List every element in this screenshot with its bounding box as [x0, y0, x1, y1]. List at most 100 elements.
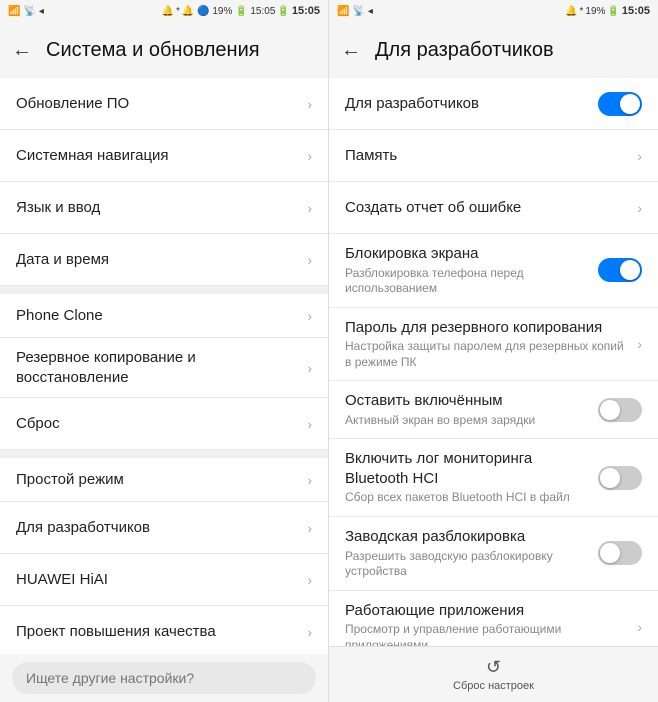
dev-item-stay-awake[interactable]: Оставить включённым Активный экран во вр…	[329, 381, 658, 439]
left-back-button[interactable]: ←	[12, 39, 32, 62]
dev-item-content: Пароль для резервного копирования Настро…	[345, 318, 637, 371]
chevron-icon: ›	[307, 520, 312, 536]
dev-item-content: Включить лог мониторинга Bluetooth HCI С…	[345, 449, 598, 506]
right-back-button[interactable]: ←	[341, 39, 361, 62]
bluetooth-hci-toggle[interactable]	[598, 466, 642, 490]
dev-item-content: Оставить включённым Активный экран во вр…	[345, 391, 598, 428]
chevron-icon: ›	[307, 252, 312, 268]
right-panel: 📶 📡 ◂ 🔔 * 19% 🔋 15:05 ← Для разработчико…	[329, 0, 658, 702]
menu-item-label: Сброс	[16, 404, 299, 444]
left-status-icons: 📶 📡 ◂	[8, 6, 44, 17]
chevron-icon: ›	[307, 96, 312, 112]
right-status-right-icons: 🔔 * 19% 🔋 15:05	[565, 5, 650, 17]
menu-item-label: Системная навигация	[16, 136, 299, 176]
left-panel: 📶 📡 ◂ 🔔 * 🔔 🔵 19% 🔋 15:05 🔋 15:05 ← Сист…	[0, 0, 329, 702]
dev-item-backup-password[interactable]: Пароль для резервного копирования Настро…	[329, 308, 658, 382]
dev-item-title: Включить лог мониторинга Bluetooth HCI	[345, 449, 590, 488]
battery-percent: 19%	[585, 6, 605, 17]
menu-item-update[interactable]: Обновление ПО ›	[0, 78, 328, 130]
left-panel-title: Система и обновления	[46, 39, 260, 62]
notification-icon: 🔔	[162, 6, 174, 17]
dev-item-title: Работающие приложения	[345, 601, 629, 621]
chevron-icon: ›	[637, 200, 642, 216]
left-panel-header: ← Система и обновления	[0, 22, 328, 78]
menu-item-label: Обновление ПО	[16, 84, 299, 124]
menu-item-reset[interactable]: Сброс ›	[0, 398, 328, 450]
right-panel-header: ← Для разработчиков	[329, 22, 658, 78]
chevron-icon: ›	[637, 148, 642, 164]
chevron-icon: ›	[307, 200, 312, 216]
battery-icon: 🔋	[607, 6, 619, 17]
dev-item-subtitle: Разрешить заводскую разблокировку устрой…	[345, 549, 590, 580]
signal-icon: 📶	[8, 6, 20, 17]
menu-item-quality[interactable]: Проект повышения качества ›	[0, 606, 328, 654]
dev-item-running-apps[interactable]: Работающие приложения Просмотр и управле…	[329, 591, 658, 646]
dev-item-title: Память	[345, 146, 629, 166]
dev-item-screen-lock[interactable]: Блокировка экрана Разблокировка телефона…	[329, 234, 658, 308]
developer-mode-toggle[interactable]	[598, 92, 642, 116]
menu-item-label: Проект повышения качества	[16, 612, 299, 652]
dev-item-bug-report[interactable]: Создать отчет об ошибке ›	[329, 182, 658, 234]
stay-awake-toggle[interactable]	[598, 398, 642, 422]
right-menu-list: Для разработчиков Память › Создать отчет…	[329, 78, 658, 646]
dev-item-title: Оставить включённым	[345, 391, 590, 411]
menu-item-hiai[interactable]: HUAWEI HiAI ›	[0, 554, 328, 606]
right-status-icons: 🔔 * 🔔 🔵 19% 🔋 15:05 🔋 15:05	[162, 5, 320, 17]
bluetooth-icon: *	[579, 6, 583, 17]
menu-item-lang[interactable]: Язык и ввод ›	[0, 182, 328, 234]
right-time: 15:05	[622, 5, 650, 17]
dev-item-content: Работающие приложения Просмотр и управле…	[345, 601, 637, 646]
dev-item-title: Создать отчет об ошибке	[345, 198, 629, 218]
location-icon: ◂	[39, 6, 44, 17]
chevron-icon: ›	[637, 619, 642, 635]
menu-item-label: Phone Clone	[16, 296, 299, 336]
menu-item-developer[interactable]: Для разработчиков ›	[0, 502, 328, 554]
wifi-icon: 📡	[352, 6, 364, 17]
dev-item-subtitle: Просмотр и управление работающими прилож…	[345, 622, 629, 646]
left-status-bar: 📶 📡 ◂ 🔔 * 🔔 🔵 19% 🔋 15:05 🔋 15:05	[0, 0, 328, 22]
dev-item-content: Заводская разблокировка Разрешить заводс…	[345, 527, 598, 580]
dev-item-oem-unlock[interactable]: Заводская разблокировка Разрешить заводс…	[329, 517, 658, 591]
oem-unlock-toggle[interactable]	[598, 541, 642, 565]
chevron-icon: ›	[307, 308, 312, 324]
location-icon: ◂	[368, 6, 373, 17]
chevron-icon: ›	[637, 336, 642, 352]
dev-item-title: Блокировка экрана	[345, 244, 590, 264]
dev-item-bluetooth-hci[interactable]: Включить лог мониторинга Bluetooth HCI С…	[329, 439, 658, 517]
menu-item-datetime[interactable]: Дата и время ›	[0, 234, 328, 286]
dev-item-title: Заводская разблокировка	[345, 527, 590, 547]
chevron-icon: ›	[307, 148, 312, 164]
right-status-bar: 📶 📡 ◂ 🔔 * 19% 🔋 15:05	[329, 0, 658, 22]
search-container	[0, 654, 328, 702]
dev-item-subtitle: Активный экран во время зарядки	[345, 413, 590, 429]
menu-item-label: Простой режим	[16, 460, 299, 500]
right-status-left-icons: 📶 📡 ◂	[337, 6, 373, 17]
chevron-icon: ›	[307, 472, 312, 488]
menu-item-nav[interactable]: Системная навигация ›	[0, 130, 328, 182]
dev-item-subtitle: Разблокировка телефона перед использован…	[345, 266, 590, 297]
reset-label: Сброс настроек	[453, 680, 534, 692]
right-panel-title: Для разработчиков	[375, 39, 554, 62]
menu-item-label: Язык и ввод	[16, 188, 299, 228]
signal-icon: 📶	[337, 6, 349, 17]
reset-bar[interactable]: ↺ Сброс настроек	[329, 646, 658, 702]
screen-lock-toggle[interactable]	[598, 258, 642, 282]
menu-item-label: HUAWEI HiAI	[16, 560, 299, 600]
search-input[interactable]	[12, 662, 316, 694]
dev-item-developer-mode[interactable]: Для разработчиков	[329, 78, 658, 130]
wifi-icon: 📡	[23, 6, 35, 17]
left-time: 15:05	[292, 5, 320, 17]
dev-item-subtitle: Сбор всех пакетов Bluetooth HCI в файл	[345, 490, 590, 506]
chevron-icon: ›	[307, 572, 312, 588]
dev-item-title: Для разработчиков	[345, 94, 590, 114]
battery-icon: 🔋	[277, 6, 289, 17]
chevron-icon: ›	[307, 416, 312, 432]
menu-item-label: Резервное копирование и восстановление	[16, 338, 299, 397]
chevron-icon: ›	[307, 624, 312, 640]
menu-item-phone-clone[interactable]: Phone Clone ›	[0, 286, 328, 338]
menu-item-simple-mode[interactable]: Простой режим ›	[0, 450, 328, 502]
menu-item-backup[interactable]: Резервное копирование и восстановление ›	[0, 338, 328, 398]
dev-item-memory[interactable]: Память ›	[329, 130, 658, 182]
chevron-icon: ›	[307, 360, 312, 376]
menu-item-label: Дата и время	[16, 240, 299, 280]
